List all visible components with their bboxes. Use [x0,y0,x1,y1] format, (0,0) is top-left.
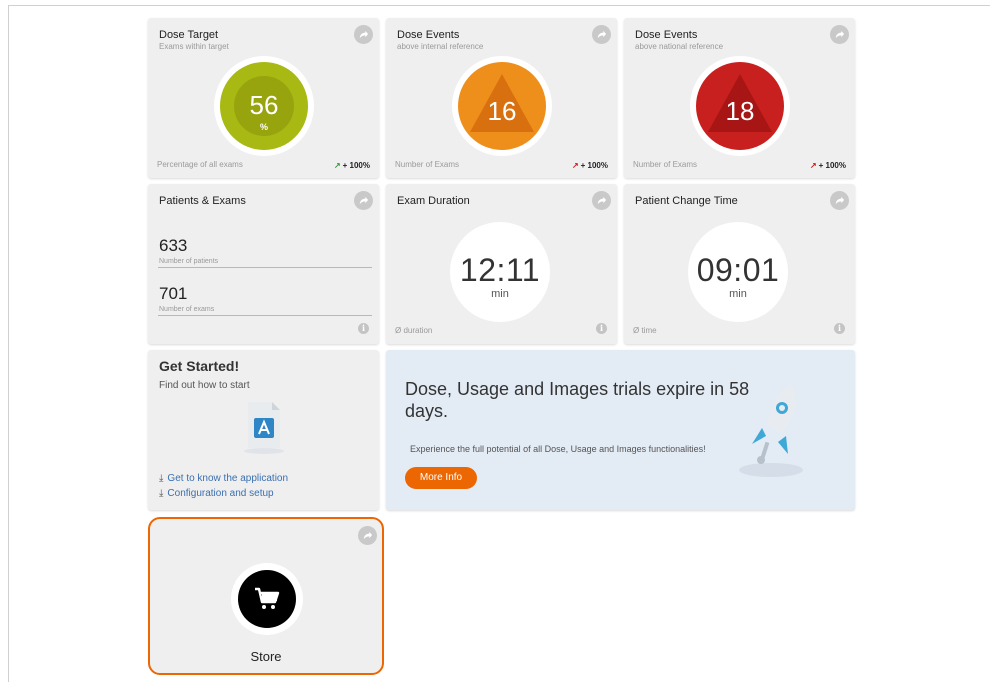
card-footer-label: Ø time [633,326,657,335]
dose-events-internal-value: 16 [487,96,517,126]
card-footer-label: Number of Exams [395,160,460,169]
dose-target-value: 56 [249,90,279,120]
card-title: Dose Events [397,29,460,41]
download-icon: ⤓ [159,473,164,484]
dose-events-national-gauge: 18 [690,56,790,156]
card-title: Dose Events [635,29,698,41]
patients-exams-card[interactable]: Patients & Exams 633 Number of patients … [148,184,379,344]
card-title: Dose Target [159,29,219,41]
patients-count: 633 [159,236,188,255]
trend-indicator: ↗ + 100% [571,161,608,170]
shopping-cart-icon [238,570,296,628]
exams-count: 701 [159,284,188,303]
share-icon[interactable] [354,191,373,210]
get-to-know-link[interactable]: ⤓ Get to know the application [159,473,288,484]
patient-change-unit: min [729,288,747,300]
dose-events-internal-gauge: 16 [452,56,552,156]
dose-target-unit: % [259,122,268,132]
divider [158,267,372,268]
trend-indicator: ↗ + 100% [809,161,846,170]
dose-target-gauge: 56 % [214,56,314,156]
dose-events-national-card[interactable]: Dose Events above national reference 18 … [624,18,855,178]
dose-events-internal-card[interactable]: Dose Events above internal reference 16 … [386,18,617,178]
get-started-title: Get Started! [159,358,240,374]
dose-events-national-value: 18 [725,96,755,126]
arrow-up-red-icon: ↗ [809,161,817,170]
promo-text: Experience the full potential of all Dos… [410,444,706,454]
rocket-icon [739,383,803,477]
card-title: Exam Duration [397,195,470,207]
dashboard: Dose Target Exams within target 56 % Per… [0,0,990,682]
pdf-document-icon [244,402,284,454]
exam-duration-display: 12:11 min [450,222,550,322]
store-icon-circle [231,563,303,635]
share-icon[interactable] [592,191,611,210]
card-subtitle: above internal reference [397,42,484,51]
share-icon[interactable] [358,526,377,545]
share-icon[interactable] [830,25,849,44]
frame-divider-top [8,5,990,6]
patient-change-time-card[interactable]: Patient Change Time 09:01 min Ø time i [624,184,855,344]
exam-duration-unit: min [491,288,509,300]
card-footer-label: Percentage of all exams [157,160,243,169]
share-icon[interactable] [354,25,373,44]
exam-duration-value: 12:11 [459,252,541,288]
configuration-setup-link[interactable]: ⤓ Configuration and setup [159,488,274,499]
divider [158,315,372,316]
patient-change-display: 09:01 min [688,222,788,322]
arrow-up-green-icon: ↗ [333,161,341,170]
patients-label: Number of patients [159,258,219,265]
card-footer-label: Ø duration [395,326,433,335]
card-title: Patient Change Time [635,195,738,207]
promo-title: Dose, Usage and Images trials expire in … [405,379,750,421]
info-icon[interactable]: i [834,323,845,334]
card-subtitle: above national reference [635,42,724,51]
arrow-up-red-icon: ↗ [571,161,579,170]
exam-duration-card[interactable]: Exam Duration 12:11 min Ø duration i [386,184,617,344]
store-tile[interactable]: Store [148,517,384,675]
info-icon[interactable]: i [596,323,607,334]
get-started-card: Get Started! Find out how to start ⤓ Get… [148,350,379,510]
more-info-button[interactable]: More Info [405,467,477,489]
exams-label: Number of exams [159,306,215,313]
get-started-subtitle: Find out how to start [159,380,250,391]
frame-divider-left [8,5,9,682]
card-title: Patients & Exams [159,195,246,207]
download-icon: ⤓ [159,488,164,499]
patient-change-value: 09:01 [696,252,780,288]
card-subtitle: Exams within target [159,42,229,51]
card-footer-label: Number of Exams [633,160,698,169]
share-icon[interactable] [592,25,611,44]
dose-target-card[interactable]: Dose Target Exams within target 56 % Per… [148,18,379,178]
trend-indicator: ↗ + 100% [333,161,370,170]
share-icon[interactable] [830,191,849,210]
trial-promo-banner: Dose, Usage and Images trials expire in … [386,350,855,510]
store-label: Store [250,649,282,664]
info-icon[interactable]: i [358,323,369,334]
